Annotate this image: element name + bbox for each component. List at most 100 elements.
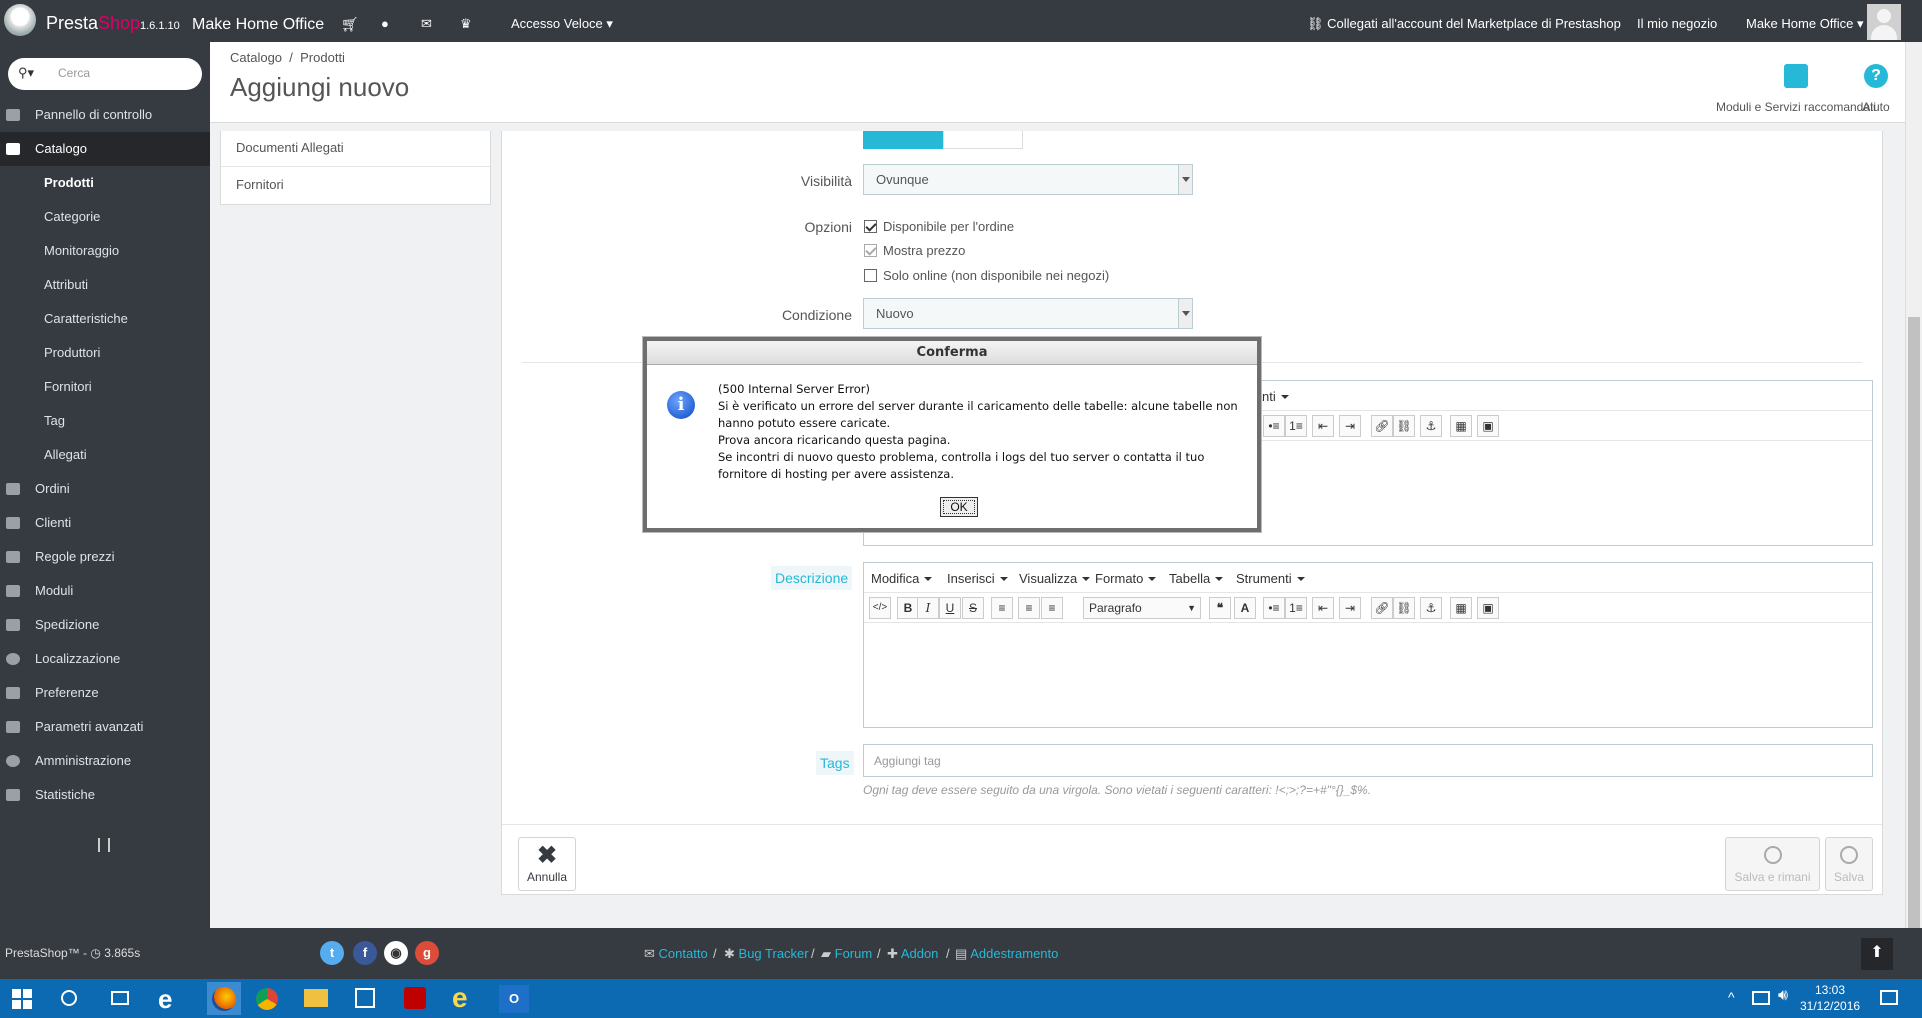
image-icon[interactable]: ▣ xyxy=(1477,415,1499,437)
chevron-up-icon[interactable]: ^ xyxy=(1728,989,1735,1005)
google-plus-icon[interactable]: g xyxy=(415,941,439,965)
cancel-button[interactable]: ✖ Annulla xyxy=(518,837,576,891)
cart-icon[interactable]: 🛒︎ xyxy=(341,0,359,42)
ok-button[interactable]: OK xyxy=(940,497,978,517)
numbered-list-icon[interactable]: 1≡ xyxy=(1285,415,1307,437)
my-shop-link[interactable]: Il mio negozio xyxy=(1637,0,1717,42)
align-center-icon[interactable]: ≡ xyxy=(1018,597,1040,619)
footer-link-forum[interactable]: ▰ Forum xyxy=(821,946,872,962)
sidebar-item-orders[interactable]: Ordini xyxy=(0,472,210,506)
search-box[interactable]: ⚲▾ Cerca xyxy=(8,58,202,90)
network-icon[interactable] xyxy=(1752,991,1770,1005)
scroll-to-top-button[interactable]: ⬆ xyxy=(1861,938,1893,970)
sidebar-sub-products[interactable]: Prodotti xyxy=(0,166,210,200)
avatar[interactable] xyxy=(1867,4,1901,40)
shop-name[interactable]: Make Home Office xyxy=(192,0,324,42)
align-justify-icon[interactable]: ≡ xyxy=(1041,597,1063,619)
sidebar-sub-tags[interactable]: Tag xyxy=(0,404,210,438)
outdent-icon[interactable]: ⇤ xyxy=(1312,597,1334,619)
available-for-order-checkbox[interactable] xyxy=(864,220,877,233)
visibility-select[interactable]: Ovunque xyxy=(863,164,1193,195)
image-icon[interactable]: ▣ xyxy=(1477,597,1499,619)
breadcrumb-catalog[interactable]: Catalogo xyxy=(230,50,282,65)
notifications-icon[interactable] xyxy=(1880,990,1898,1005)
volume-icon[interactable]: 🔊︎ xyxy=(1778,987,1788,1005)
sidebar-item-administration[interactable]: Amministrazione xyxy=(0,744,210,778)
bullet-list-icon[interactable]: •≡ xyxy=(1263,415,1285,437)
sidebar-sub-features[interactable]: Caratteristiche xyxy=(0,302,210,336)
outdent-icon[interactable]: ⇤ xyxy=(1312,415,1334,437)
tab-suppliers[interactable]: Fornitori xyxy=(221,167,490,204)
sidebar-item-shipping[interactable]: Spedizione xyxy=(0,608,210,642)
sidebar-item-customers[interactable]: Clienti xyxy=(0,506,210,540)
switch-inactive-segment[interactable] xyxy=(943,131,1023,149)
customer-icon[interactable]: ● xyxy=(381,0,389,42)
sidebar-sub-attachments[interactable]: Allegati xyxy=(0,438,210,472)
footer-link-addon[interactable]: ✚ Addon xyxy=(887,946,938,962)
save-and-stay-button[interactable]: Salva e rimani xyxy=(1725,837,1820,891)
bold-icon[interactable]: B xyxy=(897,597,919,619)
envelope-icon[interactable]: ✉ xyxy=(421,0,432,42)
save-button[interactable]: Salva xyxy=(1825,837,1873,891)
windows-start-icon[interactable] xyxy=(12,989,32,1009)
menu-edit[interactable]: Modifica xyxy=(871,571,932,586)
sidebar-sub-monitoring[interactable]: Monitoraggio xyxy=(0,234,210,268)
underline-icon[interactable]: U xyxy=(939,597,961,619)
anchor-icon[interactable]: ⚓︎ xyxy=(1420,415,1442,437)
sidebar-sub-manufacturers[interactable]: Produttori xyxy=(0,336,210,370)
show-price-checkbox[interactable] xyxy=(864,244,877,257)
unlink-icon[interactable]: ⛓︎ xyxy=(1393,597,1415,619)
collapse-sidebar-icon[interactable] xyxy=(98,838,110,852)
indent-icon[interactable]: ⇥ xyxy=(1339,415,1361,437)
quick-access-dropdown[interactable]: Accesso Veloce ▾ xyxy=(511,0,613,42)
sidebar-sub-attributes[interactable]: Attributi xyxy=(0,268,210,302)
tab-attachments[interactable]: Documenti Allegati xyxy=(221,131,490,167)
marketplace-link[interactable]: ⛓︎ Collegati all'account del Marketplace… xyxy=(1307,0,1621,42)
store-icon[interactable] xyxy=(355,988,375,1008)
sidebar-item-localization[interactable]: Localizzazione xyxy=(0,642,210,676)
footer-link-bug-tracker[interactable]: ✱ Bug Tracker xyxy=(724,946,809,962)
cortana-icon[interactable] xyxy=(61,990,77,1006)
filezilla-icon[interactable] xyxy=(404,987,426,1009)
search-icon[interactable]: ⚲▾ xyxy=(18,65,34,81)
sidebar-sub-suppliers[interactable]: Fornitori xyxy=(0,370,210,404)
prestashop-logo-icon[interactable] xyxy=(4,4,36,36)
sidebar-item-dashboard[interactable]: Pannello di controllo xyxy=(0,98,210,132)
numbered-list-icon[interactable]: 1≡ xyxy=(1285,597,1307,619)
footer-link-training[interactable]: ▤ Addestramento xyxy=(955,946,1058,962)
outlook-icon[interactable]: O xyxy=(499,985,529,1013)
employee-dropdown[interactable]: Make Home Office ▾ xyxy=(1746,0,1864,42)
format-select[interactable]: Paragrafo ▼ xyxy=(1083,597,1201,619)
sidebar-item-stats[interactable]: Statistiche xyxy=(0,778,210,812)
menu-view[interactable]: Visualizza xyxy=(1019,571,1090,586)
strikethrough-icon[interactable]: S xyxy=(962,597,984,619)
switch-active-segment[interactable] xyxy=(863,131,943,149)
italic-icon[interactable]: I xyxy=(917,597,939,619)
source-code-icon[interactable]: </> xyxy=(869,597,891,619)
twitter-icon[interactable]: t xyxy=(320,941,344,965)
sidebar-item-price-rules[interactable]: Regole prezzi xyxy=(0,540,210,574)
edge-icon[interactable]: e xyxy=(158,986,184,1012)
file-explorer-icon[interactable] xyxy=(304,989,328,1007)
internet-explorer-icon[interactable]: e xyxy=(452,984,478,1012)
github-icon[interactable]: ◉ xyxy=(384,941,408,965)
link-icon[interactable]: 🔗︎ xyxy=(1371,415,1393,437)
task-view-icon[interactable] xyxy=(111,991,129,1005)
menu-format[interactable]: Formato xyxy=(1095,571,1156,586)
sidebar-item-modules[interactable]: Moduli xyxy=(0,574,210,608)
footer-link-contact[interactable]: ✉ Contatto xyxy=(644,946,708,962)
sidebar-item-advanced-params[interactable]: Parametri avanzati xyxy=(0,710,210,744)
firefox-icon[interactable] xyxy=(207,982,241,1015)
media-icon[interactable]: ▦ xyxy=(1450,415,1472,437)
menu-insert[interactable]: Inserisci xyxy=(947,571,1008,586)
indent-icon[interactable]: ⇥ xyxy=(1339,597,1361,619)
search-input[interactable]: Cerca xyxy=(58,66,90,80)
blockquote-icon[interactable]: ❝ xyxy=(1209,597,1231,619)
sidebar-item-catalog[interactable]: Catalogo xyxy=(0,132,210,166)
help-button[interactable]: ? Aiuto xyxy=(1850,64,1902,124)
brand[interactable]: PrestaShop xyxy=(46,0,140,42)
bullet-list-icon[interactable]: •≡ xyxy=(1263,597,1285,619)
menu-tools[interactable]: Strumenti xyxy=(1236,571,1305,586)
menu-table[interactable]: Tabella xyxy=(1169,571,1223,586)
description-editor[interactable]: Modifica Inserisci Visualizza Formato Ta… xyxy=(863,562,1873,728)
